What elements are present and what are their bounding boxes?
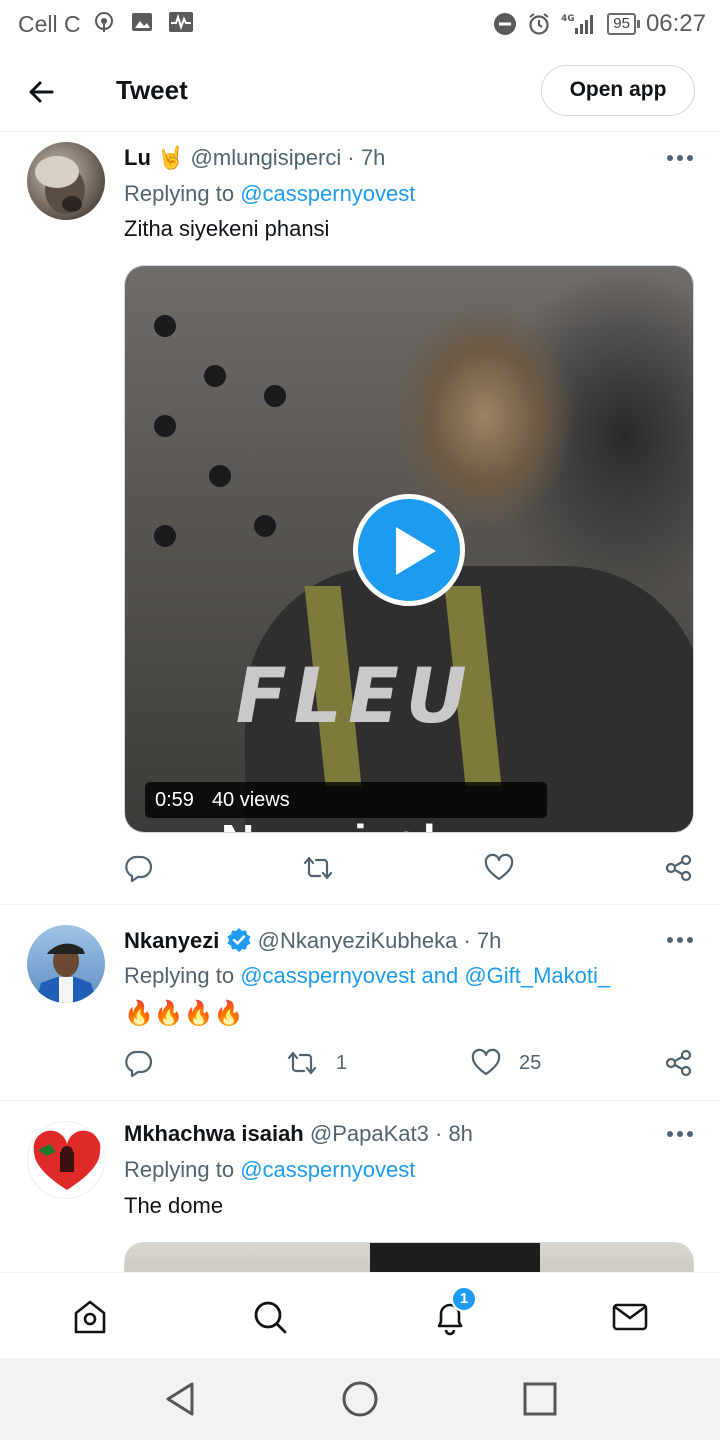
video-duration: 0:59 — [155, 789, 194, 811]
display-name[interactable]: Nkanyezi — [124, 928, 219, 953]
tweet-reply[interactable]: Lu 🤘 @mlungisiperci · 7h Replying to @ca… — [0, 132, 720, 905]
mention-link[interactable]: @casspernyovest — [240, 181, 415, 206]
share-icon — [665, 854, 692, 882]
bottom-navigation — [0, 1272, 720, 1358]
avatar-photo — [33, 1130, 101, 1190]
shirt-logo: FLEU — [227, 651, 481, 740]
display-name[interactable]: Mkhachwa isaiah — [124, 1121, 304, 1146]
timestamp[interactable]: 8h — [448, 1121, 472, 1146]
name-emoji: 🤘 — [157, 145, 185, 170]
username[interactable]: @PapaKat3 — [310, 1121, 429, 1146]
avatar-photo — [35, 943, 97, 1003]
heart-icon — [484, 853, 514, 881]
like-button[interactable] — [484, 850, 514, 886]
like-count: 25 — [519, 1051, 542, 1074]
open-app-button[interactable]: Open app — [541, 65, 695, 116]
play-button[interactable] — [353, 494, 465, 606]
video-info-overlay: 0:59 40 views — [145, 782, 547, 818]
timestamp[interactable]: 7h — [361, 145, 385, 170]
battery-indicator: 95 — [607, 13, 640, 35]
reply-icon — [125, 855, 153, 883]
replying-to: Replying to @casspernyovest and @Gift_Ma… — [124, 963, 611, 988]
mention-link[interactable]: @casspernyovest and @Gift_Makoti_ — [240, 963, 610, 988]
reply-button[interactable] — [124, 850, 154, 886]
tweet-header: Nkanyezi @NkanyeziKubheka · 7h — [124, 928, 502, 953]
system-navigation-bar — [0, 1358, 720, 1440]
page-title: Tweet — [116, 75, 188, 105]
reply-button[interactable] — [124, 1045, 154, 1081]
top-app-bar: Tweet Open app — [0, 50, 720, 132]
timestamp[interactable]: 7h — [477, 928, 501, 953]
pulse-icon — [169, 12, 193, 32]
home-icon[interactable] — [70, 1297, 110, 1337]
system-home-icon[interactable] — [340, 1379, 380, 1419]
more-options-icon[interactable] — [666, 152, 694, 164]
status-icons-right: 4G 95 06:27 — [493, 10, 706, 38]
do-not-disturb-icon — [494, 13, 517, 35]
more-options-icon[interactable] — [666, 1128, 694, 1140]
tweet-actions — [124, 850, 696, 886]
status-icons-left — [92, 10, 194, 34]
tweet-text: Zitha siyekeni phansi — [124, 216, 330, 241]
clock: 06:27 — [645, 10, 706, 37]
retweet-icon — [287, 1051, 317, 1075]
reply-icon — [125, 1050, 153, 1078]
verified-badge-icon — [227, 928, 251, 952]
status-bar: Cell C 4G 95 06:27 — [0, 0, 720, 50]
like-button[interactable]: 25 — [471, 1045, 541, 1081]
system-back-icon[interactable] — [160, 1379, 200, 1419]
alarm-icon — [529, 13, 549, 35]
replying-to: Replying to @casspernyovest — [124, 1157, 416, 1182]
heart-icon — [471, 1048, 501, 1076]
share-icon — [665, 1049, 692, 1077]
avatar[interactable] — [27, 1121, 105, 1199]
notification-count-badge: 1 — [451, 1286, 477, 1312]
tweet-reply[interactable]: Nkanyezi @NkanyeziKubheka · 7h Replying … — [0, 905, 720, 1101]
messages-envelope-icon[interactable] — [610, 1297, 650, 1337]
tweet-text: The dome — [124, 1193, 224, 1218]
more-options-icon[interactable] — [666, 934, 694, 946]
username[interactable]: @NkanyeziKubheka — [258, 928, 458, 953]
hotspot-icon — [95, 12, 113, 32]
share-button[interactable] — [664, 1045, 694, 1081]
retweet-icon — [303, 856, 333, 880]
svg-text:4G: 4G — [561, 14, 575, 24]
retweet-count: 1 — [336, 1051, 348, 1074]
gallery-icon — [132, 13, 152, 31]
avatar-photo — [35, 156, 85, 214]
replying-to: Replying to @casspernyovest — [124, 181, 416, 206]
video-views: 40 views — [211, 789, 290, 811]
tweet-text: 🔥🔥🔥🔥 — [124, 1000, 244, 1027]
avatar[interactable] — [27, 925, 105, 1003]
play-icon — [396, 527, 436, 575]
search-icon[interactable] — [250, 1297, 290, 1337]
signal-icon: 4G — [561, 14, 594, 34]
retweet-button[interactable]: 1 — [286, 1045, 347, 1081]
back-arrow-icon[interactable] — [22, 72, 62, 112]
avatar[interactable] — [27, 142, 105, 220]
tweet-header: Lu 🤘 @mlungisiperci · 7h — [124, 145, 386, 170]
carrier-label: Cell C — [18, 11, 81, 37]
tweet-header: Mkhachwa isaiah @PapaKat3 · 8h — [124, 1121, 473, 1146]
username[interactable]: @mlungisiperci — [191, 145, 342, 170]
retweet-button[interactable] — [302, 850, 334, 886]
share-button[interactable] — [664, 850, 694, 886]
video-player[interactable]: FLEU New single 0:59 40 views — [124, 265, 694, 833]
mention-link[interactable]: @casspernyovest — [240, 1157, 415, 1182]
tweet-actions: 1 25 — [124, 1045, 696, 1081]
system-recents-icon[interactable] — [520, 1379, 560, 1419]
display-name[interactable]: Lu — [124, 145, 151, 170]
